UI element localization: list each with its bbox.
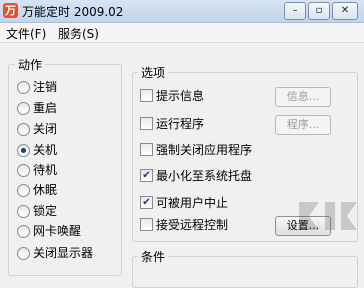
options-group-label: 选项 (138, 64, 169, 81)
radio-label: 注销 (33, 80, 58, 94)
conditions-group-label: 条件 (138, 248, 169, 265)
watermark-logo (299, 202, 357, 230)
radio-indicator[interactable] (17, 225, 30, 238)
program-button[interactable]: 程序... (275, 115, 331, 135)
radio-label: 网卡唤醒 (33, 224, 82, 238)
checkbox-label: 运行程序 (156, 117, 205, 131)
radio-label: 关机 (33, 143, 58, 157)
radio-indicator[interactable] (17, 102, 30, 115)
checkbox-box[interactable]: ✔ (140, 169, 153, 182)
menu-service[interactable]: 服务(S) (58, 25, 99, 42)
radio-indicator[interactable] (17, 247, 30, 260)
actions-group-label: 动作 (15, 56, 46, 73)
app-icon: 万 (3, 3, 18, 18)
checkbox-label: 强制关闭应用程序 (156, 143, 253, 157)
radio-indicator[interactable] (17, 123, 30, 136)
radio-indicator[interactable] (17, 205, 30, 218)
title-bar: 万 万能定时 2009.02 – ▫ ✕ (0, 0, 364, 23)
radio-indicator[interactable] (17, 184, 30, 197)
checkbox-box[interactable] (140, 117, 153, 130)
checkbox-label: 接受远程控制 (156, 218, 229, 232)
radio-label: 关闭 (33, 122, 58, 136)
menu-bar: 文件(F) 服务(S) (0, 23, 364, 43)
checkbox-box[interactable]: ✔ (140, 196, 153, 209)
radio-label: 待机 (33, 163, 58, 177)
checkbox-box[interactable] (140, 218, 153, 231)
radio-label: 重启 (33, 101, 58, 115)
checkbox-label: 可被用户中止 (156, 196, 229, 210)
restore-button[interactable]: ▫ (308, 2, 330, 20)
radio-indicator[interactable] (17, 81, 30, 94)
radio-label: 锁定 (33, 204, 58, 218)
checkbox-box[interactable] (140, 89, 153, 102)
checkbox-label: 提示信息 (156, 89, 205, 103)
checkbox-box[interactable] (140, 143, 153, 156)
radio-label: 关闭显示器 (33, 246, 94, 260)
radio-indicator[interactable] (17, 164, 30, 177)
window-title: 万能定时 2009.02 (22, 5, 124, 19)
menu-file[interactable]: 文件(F) (6, 25, 46, 42)
minimize-button[interactable]: – (284, 2, 306, 20)
checkbox-label: 最小化至系统托盘 (156, 169, 253, 183)
info-button[interactable]: 信息... (275, 87, 331, 107)
close-button[interactable]: ✕ (332, 2, 358, 20)
radio-label: 休眠 (33, 183, 58, 197)
radio-indicator[interactable] (17, 144, 30, 157)
